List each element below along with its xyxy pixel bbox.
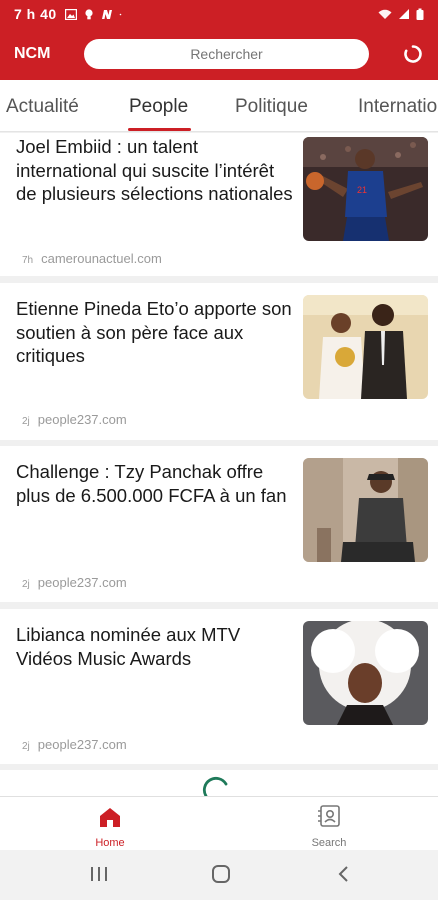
active-tab-indicator bbox=[128, 128, 191, 131]
status-bar: 7 h 40 bbox=[0, 0, 438, 28]
article-meta: 2j people237.com bbox=[22, 575, 127, 590]
article-title[interactable]: Joel Embiid : un talent international qu… bbox=[16, 135, 294, 206]
article-title[interactable]: Etienne Pineda Eto’o apporte son soutien… bbox=[16, 297, 294, 368]
tab-people[interactable]: People bbox=[129, 80, 188, 131]
tab-international[interactable]: Internatio bbox=[358, 80, 437, 131]
article-meta: 7h camerounactuel.com bbox=[22, 251, 162, 266]
bottom-navigation: Home Search bbox=[0, 796, 438, 850]
article-source[interactable]: people237.com bbox=[38, 737, 127, 752]
article-title[interactable]: Challenge : Tzy Panchak offre plus de 6.… bbox=[16, 460, 294, 507]
brand-logo: NCM bbox=[14, 45, 51, 62]
dot-icon bbox=[119, 13, 122, 15]
two-men-trophy-image[interactable] bbox=[303, 295, 428, 399]
status-time: 7 h 40 bbox=[14, 6, 57, 22]
article-age: 7h bbox=[22, 255, 34, 266]
nav-search[interactable]: Search bbox=[289, 797, 369, 851]
article-age: 2j bbox=[22, 579, 30, 590]
loading-spinner-icon bbox=[202, 776, 228, 796]
nav-search-label: Search bbox=[311, 837, 347, 849]
search-list-icon bbox=[318, 805, 340, 827]
svg-text:21: 21 bbox=[357, 185, 367, 195]
nav-home-label: Home bbox=[95, 837, 125, 849]
basketball-player-image[interactable]: 21 bbox=[303, 137, 428, 241]
home-button-icon[interactable] bbox=[211, 864, 231, 884]
system-navigation-bar bbox=[0, 850, 438, 900]
article-title[interactable]: Libianca nominée aux MTV Vidéos Music Aw… bbox=[16, 623, 294, 670]
image-icon bbox=[64, 8, 77, 20]
article-card[interactable]: Etienne Pineda Eto’o apporte son soutien… bbox=[0, 283, 438, 440]
article-source[interactable]: people237.com bbox=[38, 575, 127, 590]
wifi-icon bbox=[378, 9, 392, 19]
tab-politique[interactable]: Politique bbox=[235, 80, 308, 131]
nav-home[interactable]: Home bbox=[70, 797, 150, 851]
article-meta: 2j people237.com bbox=[22, 412, 127, 427]
category-tabs: Actualité People Politique Internatio bbox=[0, 80, 438, 132]
recents-icon[interactable] bbox=[90, 865, 108, 883]
bulb-icon bbox=[85, 8, 93, 19]
news-feed[interactable]: Joel Embiid : un talent international qu… bbox=[0, 133, 438, 796]
article-card[interactable]: Challenge : Tzy Panchak offre plus de 6.… bbox=[0, 446, 438, 602]
refresh-icon[interactable] bbox=[402, 43, 424, 65]
battery-icon bbox=[416, 8, 424, 20]
home-icon bbox=[100, 808, 120, 827]
article-card[interactable]: Libianca nominée aux MTV Vidéos Music Aw… bbox=[0, 609, 438, 764]
back-icon[interactable] bbox=[336, 865, 352, 883]
app-bar: NCM bbox=[0, 28, 438, 80]
tab-actualite[interactable]: Actualité bbox=[6, 80, 79, 131]
article-age: 2j bbox=[22, 741, 30, 752]
search-input[interactable] bbox=[84, 39, 369, 69]
article-card[interactable]: Joel Embiid : un talent international qu… bbox=[0, 133, 438, 276]
woman-white-afro-image[interactable] bbox=[303, 621, 428, 725]
article-age: 2j bbox=[22, 416, 30, 427]
signal-icon bbox=[399, 8, 409, 19]
article-meta: 2j people237.com bbox=[22, 737, 127, 752]
article-source[interactable]: camerounactuel.com bbox=[41, 251, 162, 266]
n-app-icon bbox=[101, 9, 112, 19]
article-source[interactable]: people237.com bbox=[38, 412, 127, 427]
man-seated-cap-image[interactable] bbox=[303, 458, 428, 562]
